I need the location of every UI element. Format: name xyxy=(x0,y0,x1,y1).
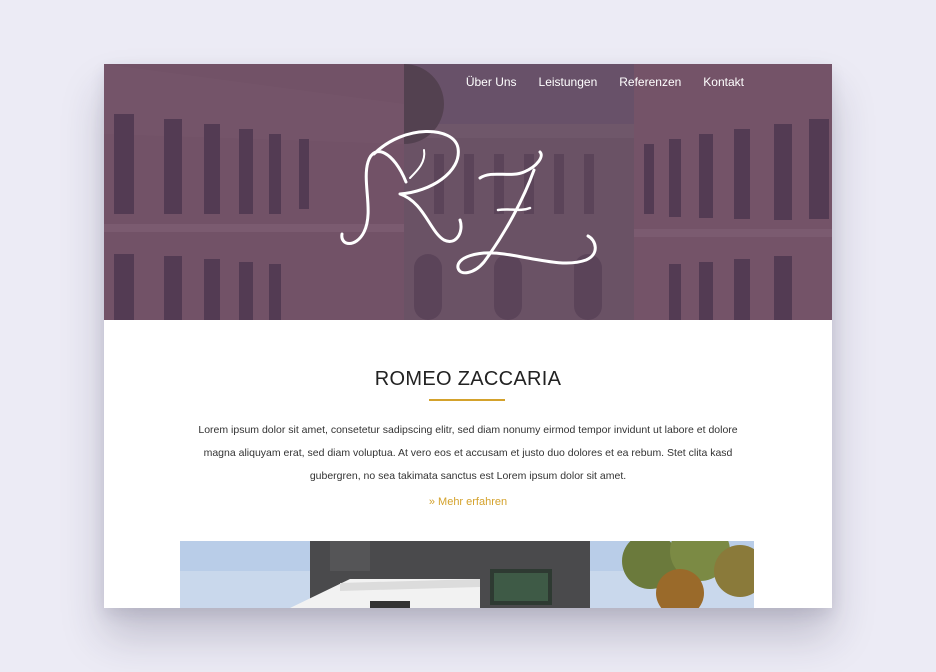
nav-item-leistungen[interactable]: Leistungen xyxy=(539,74,598,90)
nav-item-referenzen[interactable]: Referenzen xyxy=(619,74,681,90)
intro-text: Lorem ipsum dolor sit amet, consetetur s… xyxy=(198,424,738,482)
hero-header: Über Uns Leistungen Referenzen Kontakt xyxy=(104,64,832,320)
main-navigation: Über Uns Leistungen Referenzen Kontakt xyxy=(466,74,744,90)
building-photo xyxy=(180,541,754,608)
nav-item-kontakt[interactable]: Kontakt xyxy=(703,74,744,90)
nav-item-ueber-uns[interactable]: Über Uns xyxy=(466,74,517,90)
mehr-erfahren-link[interactable]: » Mehr erfahren xyxy=(104,496,832,508)
title-underline xyxy=(429,399,505,401)
browser-page: Über Uns Leistungen Referenzen Kontakt R… xyxy=(104,64,832,608)
rz-monogram-logo[interactable] xyxy=(334,122,604,292)
page-title: ROMEO ZACCARIA xyxy=(374,368,562,390)
